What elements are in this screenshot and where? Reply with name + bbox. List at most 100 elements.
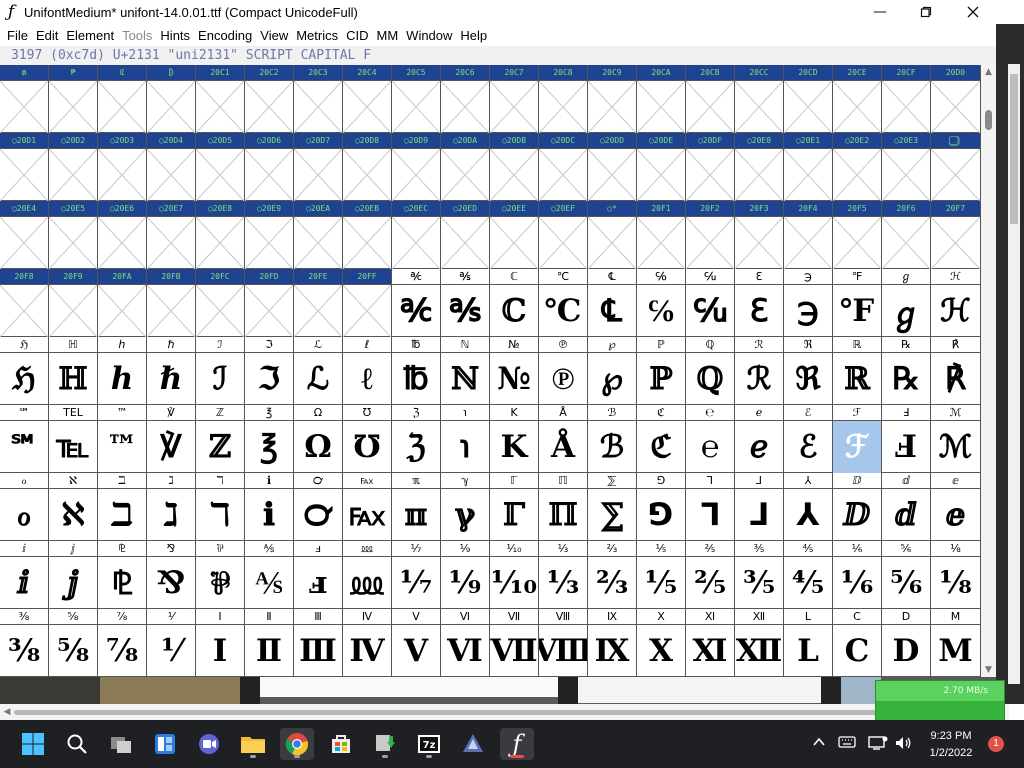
display-icon[interactable]: [868, 735, 888, 755]
glyph-cell[interactable]: ℸℸ: [196, 473, 245, 541]
glyph-cell[interactable]: 20F9: [49, 269, 98, 337]
glyph-cell[interactable]: ⅑⅑: [441, 541, 490, 609]
glyph-cell[interactable]: ○20E8: [196, 201, 245, 269]
glyph-cell[interactable]: ⅛⅛: [931, 541, 981, 609]
7zip-icon[interactable]: 7z: [412, 728, 446, 760]
glyph-cell[interactable]: ℹℹ: [245, 473, 294, 541]
glyph-cell[interactable]: ℺ ℺: [294, 473, 343, 541]
glyph-cell[interactable]: ℎℎ: [98, 337, 147, 405]
glyph-cell[interactable]: ⅦⅦ: [490, 609, 539, 677]
glyph-cell[interactable]: ℯℯ: [735, 405, 784, 473]
glyph-cell[interactable]: ℼℼ: [392, 473, 441, 541]
glyph-cell[interactable]: ⅥⅥ: [441, 609, 490, 677]
glyph-cell[interactable]: ℐℐ: [196, 337, 245, 405]
glyph-cell[interactable]: 20CA: [637, 65, 686, 133]
glyph-cell[interactable]: ⅜⅜: [0, 609, 49, 677]
glyph-cell[interactable]: ℵℵ: [49, 473, 98, 541]
glyph-cell[interactable]: ⅀ ⅀: [588, 473, 637, 541]
glyph-cell[interactable]: ℘ ℘: [588, 337, 637, 405]
glyph-cell[interactable]: ○20DF: [686, 133, 735, 201]
glyph-cell[interactable]: ℙℙ: [637, 337, 686, 405]
glyph-cell[interactable]: ○20E2: [833, 133, 882, 201]
grid-vertical-scrollbar[interactable]: ▲ ▼: [981, 65, 996, 677]
glyph-cell[interactable]: ⅓⅓: [539, 541, 588, 609]
glyph-cell[interactable]: 20CF: [882, 65, 931, 133]
glyph-cell[interactable]: 20F7: [931, 201, 981, 269]
glyph-cell[interactable]: ℏℏ: [147, 337, 196, 405]
glyph-cell[interactable]: ℻ ℻: [343, 473, 392, 541]
glyph-cell[interactable]: ⅍ ⅍: [245, 541, 294, 609]
glyph-cell[interactable]: ℑℑ: [245, 337, 294, 405]
glyph-cell[interactable]: ℾℾ: [490, 473, 539, 541]
glyph-cell[interactable]: 20C9: [588, 65, 637, 133]
glyph-cell[interactable]: ⅙⅙: [833, 541, 882, 609]
glyph-cell[interactable]: 20D0: [931, 65, 981, 133]
glyph-cell[interactable]: ○20D4: [147, 133, 196, 201]
menu-mm[interactable]: MM: [373, 28, 403, 43]
system-clock[interactable]: 9:23 PM 1/2/2022: [918, 728, 984, 762]
search-icon[interactable]: [60, 728, 94, 760]
glyph-cell[interactable]: ○20EF: [539, 201, 588, 269]
glyph-cell[interactable]: 20F3: [735, 201, 784, 269]
glyph-cell[interactable]: ℴℴ: [0, 473, 49, 541]
chrome-icon[interactable]: [280, 728, 314, 760]
glyph-cell[interactable]: ○20D6: [245, 133, 294, 201]
glyph-cell[interactable]: ○20DC: [539, 133, 588, 201]
glyph-cell[interactable]: ○20EB: [343, 201, 392, 269]
menu-window[interactable]: Window: [402, 28, 456, 43]
teams-icon[interactable]: [192, 728, 226, 760]
glyph-cell[interactable]: LⅬ: [784, 609, 833, 677]
glyph-cell[interactable]: ℠ ℠: [0, 405, 49, 473]
scroll-left-arrow-icon[interactable]: ◀: [0, 704, 14, 720]
glyph-cell[interactable]: ○20E5: [49, 201, 98, 269]
notification-badge[interactable]: 1: [988, 736, 1004, 752]
glyph-cell[interactable]: ₿: [147, 65, 196, 133]
menu-encoding[interactable]: Encoding: [194, 28, 256, 43]
glyph-cell[interactable]: ⅣⅣ: [343, 609, 392, 677]
glyph-cell[interactable]: ₱: [49, 65, 98, 133]
glyph-cell[interactable]: ⅡⅡ: [245, 609, 294, 677]
glyph-cell[interactable]: ○20E0: [735, 133, 784, 201]
glyph-cell[interactable]: ℍℍ: [49, 337, 98, 405]
glyph-cell[interactable]: 20F5: [833, 201, 882, 269]
glyph-cell[interactable]: ℮ ℮: [686, 405, 735, 473]
glyph-cell[interactable]: ⅩⅩ: [637, 609, 686, 677]
glyph-cell[interactable]: ⅝⅝: [49, 609, 98, 677]
glyph-cell[interactable]: ℣ ℣: [147, 405, 196, 473]
glyph-cell[interactable]: 20C3: [294, 65, 343, 133]
glyph-cell[interactable]: ⅠⅠ: [196, 609, 245, 677]
glyph-cell[interactable]: ℈ ℈: [784, 269, 833, 337]
glyph-cell[interactable]: KK: [490, 405, 539, 473]
menu-tools[interactable]: Tools: [118, 28, 156, 43]
maximize-button[interactable]: [903, 0, 949, 24]
glyph-cell[interactable]: ⅏ ⅏: [343, 541, 392, 609]
glyph-cell[interactable]: ⅟⅟: [147, 609, 196, 677]
widgets-icon[interactable]: [148, 728, 182, 760]
glyph-cell[interactable]: ℧ ℧: [343, 405, 392, 473]
scroll-down-arrow-icon[interactable]: ▼: [981, 663, 996, 677]
glyph-cell[interactable]: ℋℋ: [931, 269, 981, 337]
glyph-cell[interactable]: ℭℭ: [637, 405, 686, 473]
glyph-cell[interactable]: 20CB: [686, 65, 735, 133]
scroll-up-arrow-icon[interactable]: ▲: [981, 65, 996, 79]
glyph-cell[interactable]: ⅤⅤ: [392, 609, 441, 677]
glyph-cell[interactable]: 20C7: [490, 65, 539, 133]
menu-file[interactable]: File: [3, 28, 32, 43]
glyph-cell[interactable]: ℆ ℆: [686, 269, 735, 337]
glyph-cell[interactable]: ⅐⅐: [392, 541, 441, 609]
glyph-cell[interactable]: ⅈⅈ: [0, 541, 49, 609]
glyph-cell[interactable]: 20F2: [686, 201, 735, 269]
glyph-cell[interactable]: ⅕⅕: [637, 541, 686, 609]
glyph-cell[interactable]: DⅮ: [882, 609, 931, 677]
scrollbar-thumb[interactable]: [985, 110, 992, 130]
glyph-cell-selected[interactable]: ℱℱ: [833, 405, 882, 473]
glyph-cell[interactable]: ○20D9: [392, 133, 441, 201]
menu-view[interactable]: View: [256, 28, 292, 43]
menu-hints[interactable]: Hints: [156, 28, 194, 43]
glyph-cell[interactable]: 20C2: [245, 65, 294, 133]
glyph-cell[interactable]: ○20D3: [98, 133, 147, 201]
glyph-cell[interactable]: ○20DB: [490, 133, 539, 201]
glyph-cell[interactable]: ΩΩ: [294, 405, 343, 473]
glyph-cell[interactable]: ⅧⅧ: [539, 609, 588, 677]
horizontal-scrollbar-thumb[interactable]: [14, 710, 979, 715]
